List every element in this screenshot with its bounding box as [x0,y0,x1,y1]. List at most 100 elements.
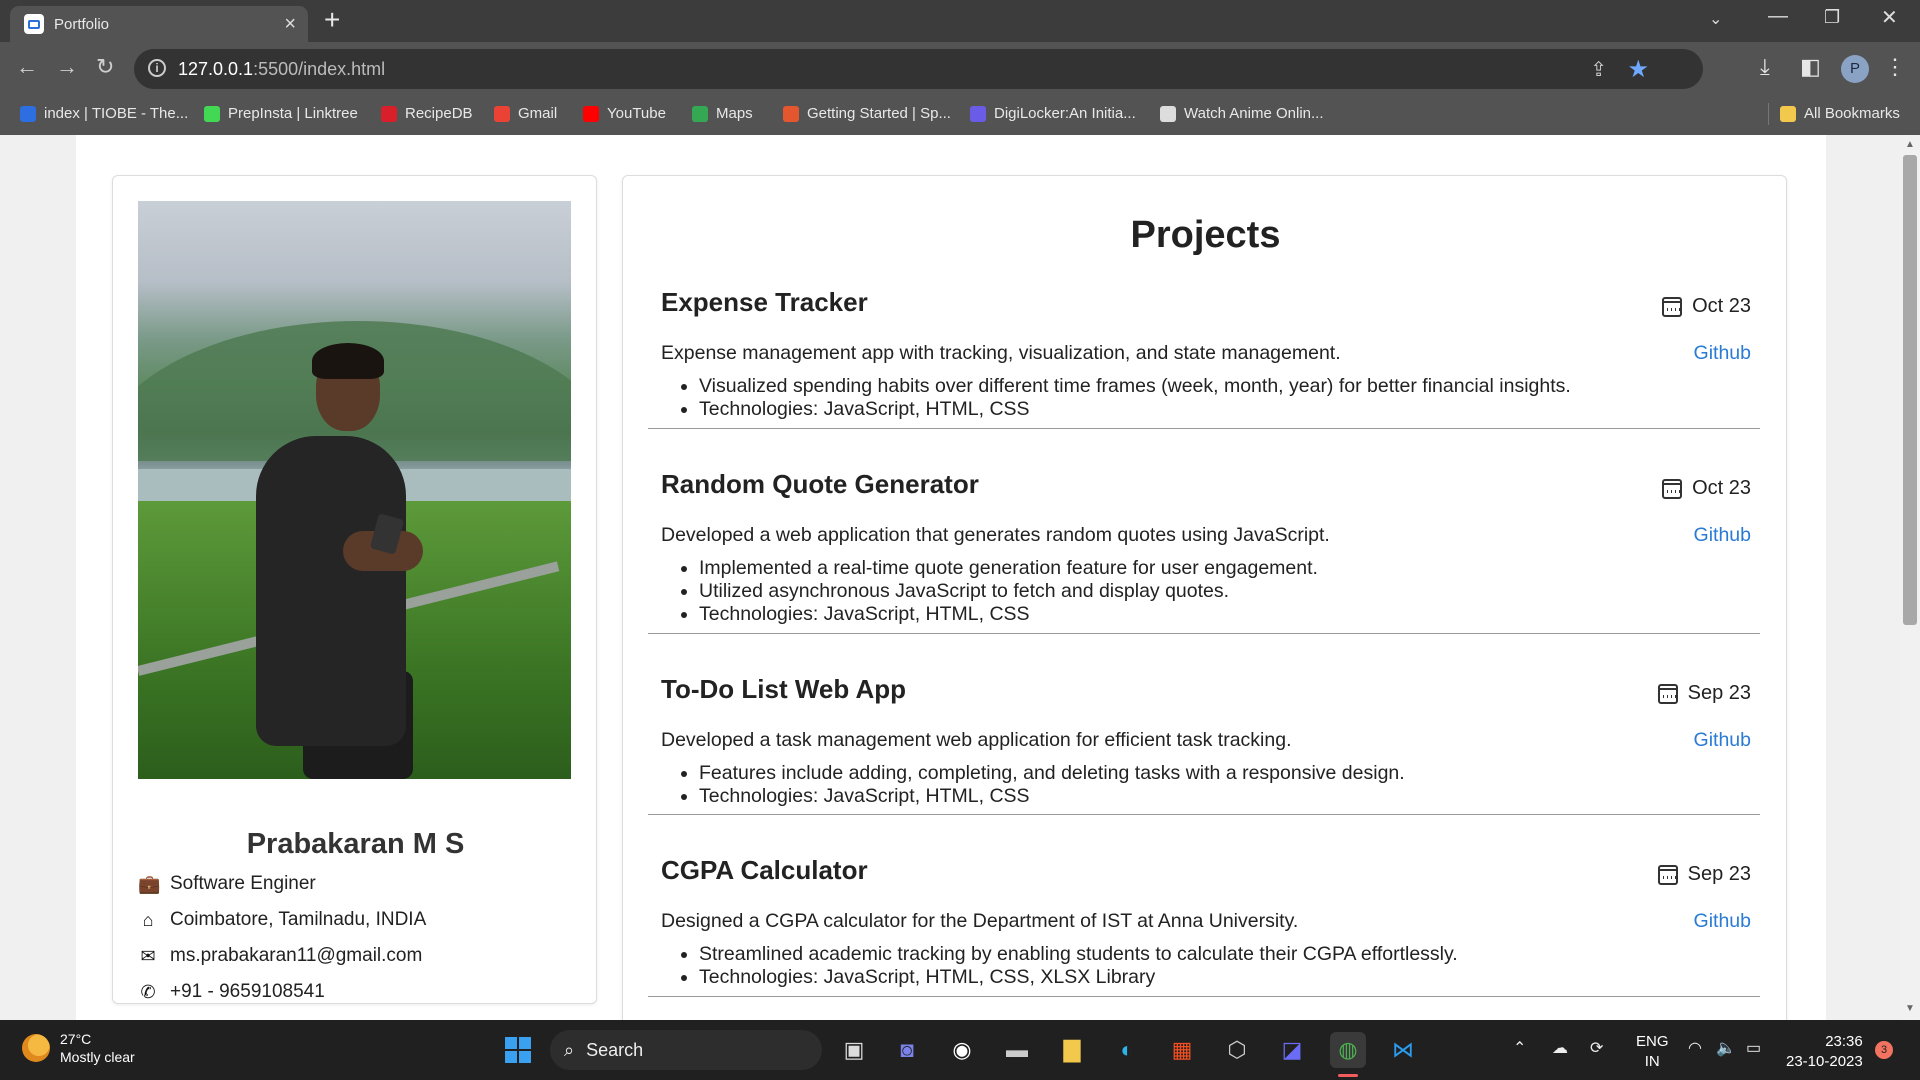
profile-card: Prabakaran M S 💼 Software Enginer ⌂ Coim… [112,175,597,1004]
recipedb-icon [381,105,397,122]
project-bullet: Implemented a real-time quote generation… [699,557,1318,580]
side-panel-icon[interactable]: ◧ [1800,54,1821,80]
search-icon: ⌕ [564,1039,575,1060]
taskbar: 27°C Mostly clear ⌕ Search ▣ ◙ ◉ ▬ ▇ ◐ ▦… [0,1020,1920,1080]
github-link[interactable]: Github [1694,729,1751,752]
page-viewport: Prabakaran M S 💼 Software Enginer ⌂ Coim… [0,135,1900,1020]
folder-icon [1780,105,1796,122]
weather-widget[interactable]: 27°C Mostly clear [22,1030,135,1066]
profile-photo [138,201,571,779]
wifi-icon[interactable]: ◠ [1688,1038,1702,1058]
taskbar-search[interactable]: ⌕ Search [550,1030,822,1070]
weather-temperature: 27°C [60,1031,92,1047]
restore-icon[interactable]: ❐ [1824,7,1840,28]
projects-heading: Projects [1130,214,1281,256]
edge-icon[interactable]: ◐ [1109,1032,1145,1068]
bookmark-star-icon[interactable]: ★ [1627,55,1649,84]
scroll-up-icon[interactable]: ▲ [1905,139,1915,150]
language-indicator[interactable]: ENG IN [1636,1032,1669,1072]
active-app-indicator [1338,1074,1358,1077]
weather-icon [22,1034,50,1062]
bookmark-maps[interactable]: Maps [692,105,753,122]
terminal-icon[interactable]: ▬ [999,1032,1035,1068]
bookmark-recipedb[interactable]: RecipeDB [381,105,473,122]
vscode-icon[interactable]: ⋈ [1385,1032,1421,1068]
project-bullet: Technologies: JavaScript, HTML, CSS [699,398,1571,421]
bookmark-tiobe[interactable]: index | TIOBE - The... [20,105,188,122]
project-divider [648,428,1760,429]
briefcase-icon: 💼 [138,873,161,894]
project-bullet: Visualized spending habits over differen… [699,375,1571,398]
all-bookmarks-button[interactable]: All Bookmarks [1780,105,1900,122]
profile-phone-row: ✆ +91 - 9659108541 [138,981,324,1003]
github-link[interactable]: Github [1694,524,1751,547]
scroll-down-icon[interactable]: ▼ [1905,1003,1915,1014]
github-link[interactable]: Github [1694,342,1751,365]
minimize-icon[interactable]: — [1768,5,1788,28]
bookmark-youtube[interactable]: YouTube [583,105,666,122]
battery-icon[interactable]: ▭ [1746,1038,1761,1058]
windows-icon [505,1037,531,1063]
app-icon[interactable]: ◪ [1274,1032,1310,1068]
project-bullets: Streamlined academic tracking by enablin… [699,943,1458,989]
gmail-icon [494,105,510,122]
tab-search-chevron-down-icon[interactable]: ⌄ [1709,9,1722,29]
window-close-icon[interactable]: ✕ [1881,5,1898,30]
project-title: To-Do List Web App [661,674,907,704]
profile-avatar[interactable]: P [1841,55,1869,83]
calendar-icon [1662,478,1683,499]
project-description: Developed a task management web applicat… [661,729,1292,751]
scrollbar-thumb[interactable] [1903,155,1917,625]
projects-card: Projects Expense Tracker Oct 23 Expense … [622,175,1787,1020]
tab-close-icon[interactable]: × [284,13,296,36]
tab-strip: Portfolio × + ⌄ — ❐ ✕ [0,0,1920,42]
project-title: Random Quote Generator [661,469,979,499]
address-bar[interactable]: i 127.0.0.1:5500/index.html ⇪ ★ [134,49,1703,89]
profile-location: Coimbatore, Tamilnadu, INDIA [170,909,427,930]
cloud-sync-icon[interactable]: ☁ [1552,1038,1568,1058]
anime-site-icon [1160,105,1176,122]
home-icon: ⌂ [142,909,154,930]
project-bullet: Streamlined academic tracking by enablin… [699,943,1458,966]
volume-icon[interactable]: 🔈 [1716,1038,1736,1058]
tab-portfolio[interactable]: Portfolio × [10,6,308,42]
back-arrow-icon[interactable]: ← [16,54,38,80]
project-divider [648,996,1760,997]
profile-role: Software Enginer [170,873,316,894]
chevron-up-icon[interactable]: ⌃ [1513,1038,1526,1058]
bookmark-anime[interactable]: Watch Anime Onlin... [1160,105,1324,122]
site-info-icon[interactable]: i [148,59,166,77]
bookmark-getting-started[interactable]: Getting Started | Sp... [783,105,951,122]
project-bullets: Features include adding, completing, and… [699,762,1405,808]
task-view-icon[interactable]: ▣ [836,1032,872,1068]
clock[interactable]: 23:36 23-10-2023 [1786,1032,1863,1072]
unity-icon[interactable]: ⬡ [1219,1032,1255,1068]
store-icon[interactable]: ▦ [1164,1032,1200,1068]
share-icon[interactable]: ⇪ [1590,57,1607,82]
download-icon[interactable]: ⤓ [1760,54,1770,80]
new-tab-icon[interactable]: + [324,4,340,36]
project-bullet: Technologies: JavaScript, HTML, CSS [699,785,1405,808]
bookmark-gmail[interactable]: Gmail [494,105,557,122]
bookmark-prepinsta[interactable]: PrepInsta | Linktree [204,105,358,122]
reload-icon[interactable]: ↻ [96,54,114,80]
github-link[interactable]: Github [1694,910,1751,933]
project-divider [648,814,1760,815]
project-description: Expense management app with tracking, vi… [661,342,1341,364]
project-bullet: Technologies: JavaScript, HTML, CSS [699,603,1318,626]
linktree-icon [204,105,220,122]
bookmark-digilocker[interactable]: DigiLocker:An Initia... [970,105,1136,122]
calendar-icon [1662,296,1683,317]
notification-badge[interactable]: 3 [1875,1041,1893,1059]
refresh-icon[interactable]: ⟳ [1590,1038,1603,1058]
teams-icon[interactable]: ◙ [889,1032,925,1068]
profile-role-row: 💼 Software Enginer [138,873,316,895]
menu-kebab-icon[interactable]: ⋮ [1884,54,1906,80]
page-scrollbar[interactable]: ▲ ▼ [1900,135,1920,1020]
file-explorer-icon[interactable]: ▇ [1054,1032,1090,1068]
calendar-icon [1657,864,1678,885]
start-button[interactable] [500,1032,536,1068]
messenger-icon[interactable]: ◉ [944,1032,980,1068]
chrome-icon[interactable]: ◍ [1330,1032,1366,1068]
forward-arrow-icon[interactable]: → [56,54,78,80]
